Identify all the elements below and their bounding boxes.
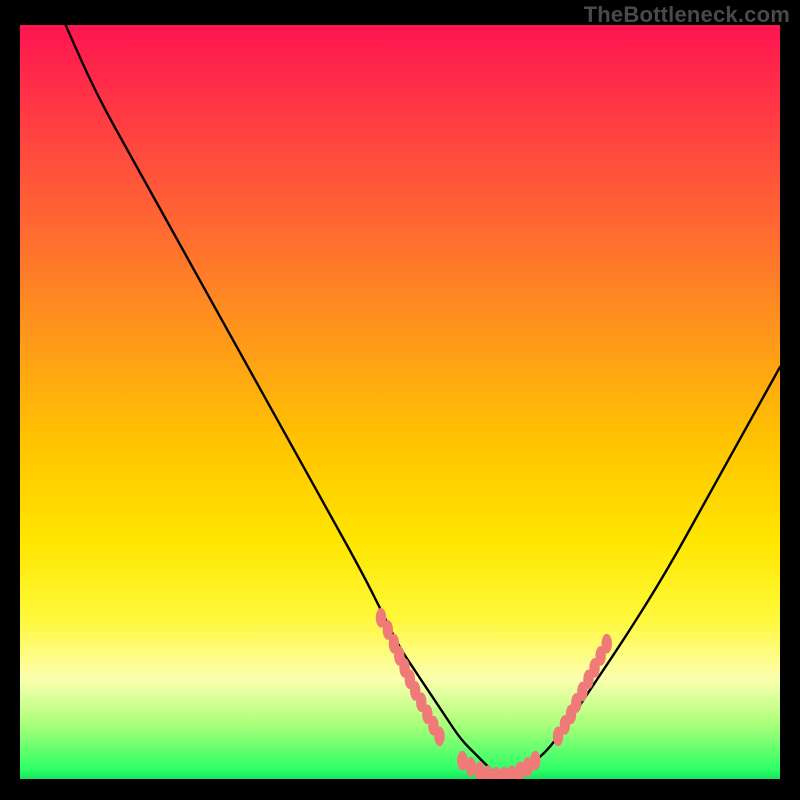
bottleneck-curve [66,25,780,777]
bottleneck-chart-svg [20,25,780,785]
bottom-border-strip [20,779,780,785]
plot-area [20,25,780,785]
marker-dot [530,751,540,771]
watermark-text: TheBottleneck.com [584,2,790,28]
markers-left-group [376,608,445,746]
marker-cluster [376,608,612,785]
marker-dot [602,634,612,654]
bottleneck-curve-path [66,25,780,777]
marker-dot [434,727,444,747]
markers-right-group [553,634,612,746]
marker-dot [465,757,475,777]
